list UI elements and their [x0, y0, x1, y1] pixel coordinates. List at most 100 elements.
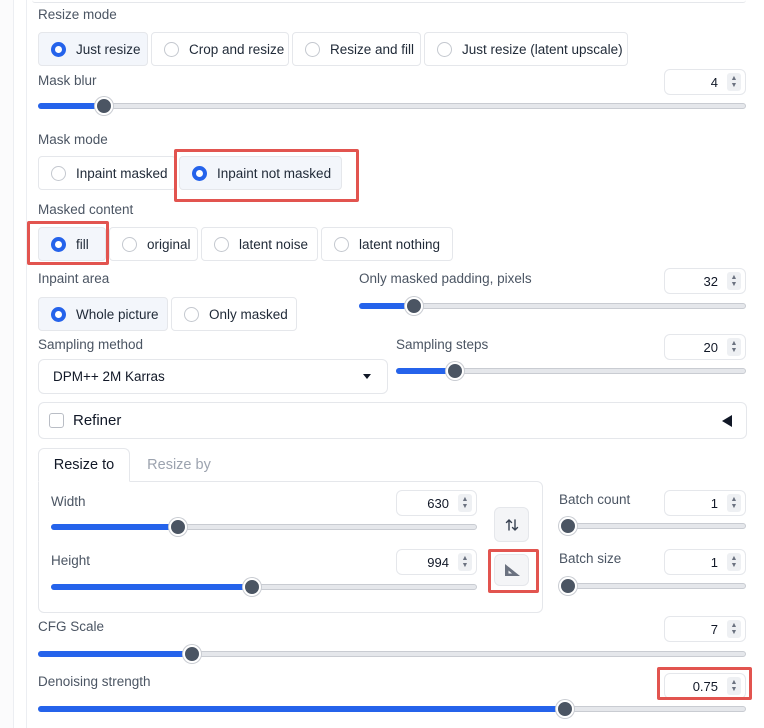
width-label: Width	[51, 494, 86, 509]
radio-unselected-icon	[51, 165, 66, 181]
slider-thumb[interactable]	[405, 297, 424, 315]
resize-mode-option-crop-and-resize[interactable]: Crop and resize	[151, 32, 289, 66]
width-input[interactable]: 630 ▲ ▼	[396, 490, 477, 516]
resize-mode-option-just-resize[interactable]: Just resize	[38, 32, 148, 66]
tab-resize-to[interactable]: Resize to	[38, 448, 130, 482]
refiner-checkbox[interactable]	[49, 413, 64, 428]
spinner-arrows-icon[interactable]: ▲ ▼	[727, 272, 741, 290]
radio-unselected-icon	[184, 306, 199, 322]
batch-size-input[interactable]: 1 ▲ ▼	[664, 549, 746, 575]
sampling-steps-slider[interactable]	[396, 362, 746, 380]
spinner-arrows-icon[interactable]: ▲ ▼	[727, 553, 741, 571]
option-label: Inpaint masked	[76, 165, 168, 181]
masked-content-option-original[interactable]: original	[109, 227, 198, 261]
slider-thumb[interactable]	[445, 362, 464, 380]
cfg-scale-value: 7	[710, 621, 718, 637]
slider-fill	[38, 706, 569, 712]
radio-unselected-icon	[334, 236, 349, 252]
sampling-method-value: DPM++ 2M Karras	[53, 369, 165, 384]
slider-fill	[38, 103, 97, 109]
option-label: Whole picture	[76, 306, 159, 322]
slider-fill	[38, 651, 187, 657]
resize-mode-option-resize-and-fill[interactable]: Resize and fill	[292, 32, 421, 66]
mask-blur-slider[interactable]	[38, 97, 746, 115]
spinner-arrows-icon[interactable]: ▲ ▼	[458, 494, 472, 512]
width-slider[interactable]	[51, 518, 477, 536]
option-label: original	[147, 236, 191, 252]
refiner-toggle: Refiner	[49, 412, 121, 429]
spinner-arrows-icon[interactable]: ▲ ▼	[458, 553, 472, 571]
radio-selected-icon	[51, 236, 66, 252]
spinner-arrows-icon[interactable]: ▲ ▼	[727, 620, 741, 638]
masked-content-radio-group: fill original latent noise latent nothin…	[38, 227, 456, 261]
height-input[interactable]: 994 ▲ ▼	[396, 549, 477, 575]
spinner-arrows-icon[interactable]: ▲ ▼	[727, 338, 741, 356]
mask-blur-input[interactable]: 4 ▲ ▼	[664, 69, 746, 95]
resize-mode-option-just-resize-latent[interactable]: Just resize (latent upscale)	[424, 32, 628, 66]
denoising-strength-slider[interactable]	[38, 700, 746, 718]
cfg-scale-slider[interactable]	[38, 645, 746, 663]
mask-blur-value: 4	[710, 74, 718, 90]
cfg-scale-input[interactable]: 7 ▲ ▼	[664, 616, 746, 642]
radio-unselected-icon	[437, 41, 452, 57]
spinner-arrows-icon[interactable]: ▲ ▼	[727, 677, 741, 695]
only-masked-padding-slider[interactable]	[359, 297, 746, 315]
radio-unselected-icon	[122, 236, 137, 252]
slider-thumb[interactable]	[555, 700, 574, 718]
height-slider[interactable]	[51, 578, 477, 596]
collapse-triangle-icon[interactable]	[722, 414, 732, 427]
slider-thumb[interactable]	[242, 578, 261, 596]
inpaint-area-label: Inpaint area	[38, 271, 110, 286]
refiner-accordion[interactable]: Refiner	[38, 402, 747, 439]
tab-resize-by[interactable]: Resize by	[133, 448, 225, 482]
masked-content-option-latent-noise[interactable]: latent noise	[201, 227, 318, 261]
radio-selected-icon	[192, 165, 207, 181]
aspect-ratio-button[interactable]	[494, 554, 529, 586]
slider-track	[559, 583, 746, 589]
slider-thumb[interactable]	[169, 518, 188, 536]
batch-size-slider[interactable]	[559, 577, 746, 595]
cfg-scale-label: CFG Scale	[38, 619, 105, 634]
only-masked-padding-input[interactable]: 32 ▲ ▼	[664, 268, 746, 294]
slider-thumb[interactable]	[559, 577, 577, 595]
slider-fill	[51, 584, 252, 590]
radio-unselected-icon	[214, 236, 229, 252]
batch-count-slider[interactable]	[559, 517, 746, 535]
swap-vertical-arrows-icon	[505, 518, 518, 531]
left-panel-edge	[0, 0, 14, 728]
slider-fill	[396, 368, 449, 374]
masked-content-option-latent-nothing[interactable]: latent nothing	[321, 227, 453, 261]
option-label: latent nothing	[359, 236, 441, 252]
slider-thumb[interactable]	[182, 645, 201, 663]
spinner-arrows-icon[interactable]: ▲ ▼	[727, 494, 741, 512]
mask-mode-option-inpaint-masked[interactable]: Inpaint masked	[38, 156, 176, 190]
slider-fill	[359, 303, 408, 309]
sampling-steps-input[interactable]: 20 ▲ ▼	[664, 334, 746, 360]
denoising-strength-label: Denoising strength	[38, 674, 151, 689]
swap-dimensions-button[interactable]	[494, 507, 529, 542]
height-value: 994	[427, 554, 449, 570]
sampling-steps-value: 20	[703, 339, 718, 355]
only-masked-padding-label: Only masked padding, pixels	[359, 271, 532, 286]
denoising-strength-input[interactable]: 0.75 ▲ ▼	[664, 673, 746, 699]
batch-count-input[interactable]: 1 ▲ ▼	[664, 490, 746, 516]
spinner-arrows-icon[interactable]: ▲ ▼	[727, 73, 741, 91]
option-label: Just resize	[76, 41, 141, 57]
chevron-down-icon	[363, 374, 371, 379]
sampling-steps-label: Sampling steps	[396, 337, 489, 352]
height-label: Height	[51, 553, 91, 568]
only-masked-padding-value: 32	[703, 273, 718, 289]
radio-unselected-icon	[164, 41, 179, 57]
mask-mode-label: Mask mode	[38, 132, 108, 147]
set-square-ruler-icon	[504, 564, 520, 576]
sampling-method-dropdown[interactable]: DPM++ 2M Karras	[38, 359, 388, 394]
masked-content-option-fill[interactable]: fill	[38, 227, 106, 261]
inpaint-area-option-whole-picture[interactable]: Whole picture	[38, 297, 168, 331]
denoising-strength-value: 0.75	[692, 678, 718, 694]
slider-thumb[interactable]	[95, 97, 114, 115]
mask-mode-option-inpaint-not-masked[interactable]: Inpaint not masked	[179, 156, 342, 190]
inpaint-area-option-only-masked[interactable]: Only masked	[171, 297, 297, 331]
mask-mode-radio-group: Inpaint masked Inpaint not masked	[38, 156, 345, 190]
inpaint-area-radio-group: Whole picture Only masked	[38, 297, 300, 331]
slider-thumb[interactable]	[559, 517, 577, 535]
